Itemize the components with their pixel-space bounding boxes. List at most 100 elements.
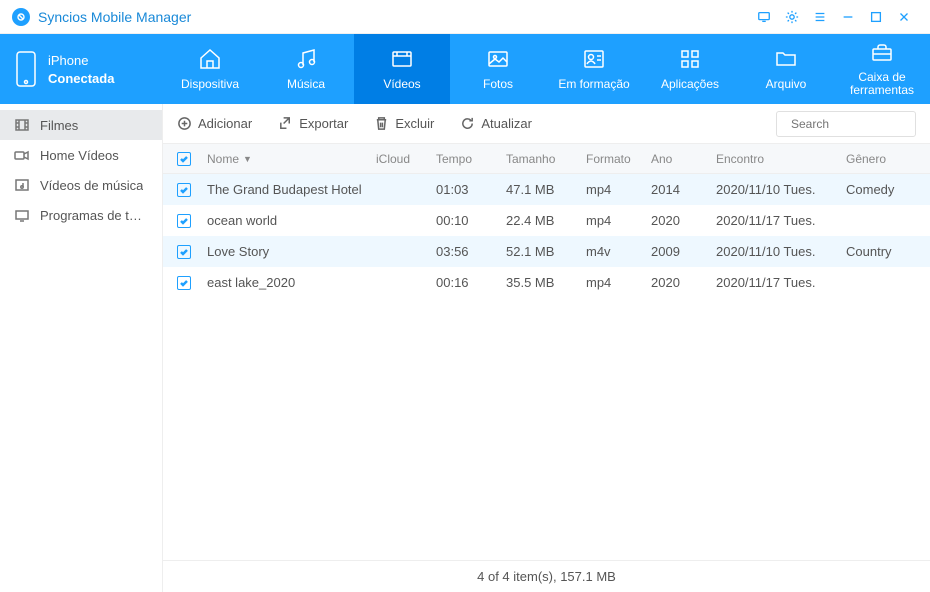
cell-name: Love Story: [207, 244, 376, 259]
column-header-icloud[interactable]: iCloud: [376, 152, 436, 166]
settings-icon[interactable]: [778, 3, 806, 31]
maximize-icon[interactable]: [862, 3, 890, 31]
cell-date: 2020/11/17 Tues.: [716, 275, 846, 290]
sidebar-item-music-videos[interactable]: Vídeos de música: [0, 170, 162, 200]
film-icon: [14, 117, 30, 133]
table-row[interactable]: The Grand Budapest Hotel01:0347.1 MBmp42…: [163, 174, 930, 205]
tab-music[interactable]: Música: [258, 34, 354, 104]
export-icon: [278, 116, 293, 131]
column-header-date[interactable]: Encontro: [716, 152, 846, 166]
cell-year: 2020: [651, 275, 716, 290]
cell-format: mp4: [586, 275, 651, 290]
refresh-button[interactable]: Atualizar: [460, 116, 532, 131]
sidebar-item-tv-shows[interactable]: Programas de tele...: [0, 200, 162, 230]
toolbox-icon: [870, 41, 894, 65]
status-text: 4 of 4 item(s), 157.1 MB: [477, 569, 616, 584]
tab-label: Vídeos: [383, 77, 420, 91]
titlebar: Syncios Mobile Manager: [0, 0, 930, 34]
feedback-icon[interactable]: [750, 3, 778, 31]
export-button[interactable]: Exportar: [278, 116, 348, 131]
cell-date: 2020/11/10 Tues.: [716, 182, 846, 197]
cell-format: m4v: [586, 244, 651, 259]
tab-file[interactable]: Arquivo: [738, 34, 834, 104]
column-header-name[interactable]: Nome ▼: [207, 152, 376, 166]
tab-apps[interactable]: Aplicações: [642, 34, 738, 104]
search-box[interactable]: [776, 111, 916, 137]
cell-size: 52.1 MB: [506, 244, 586, 259]
cell-date: 2020/11/10 Tues.: [716, 244, 846, 259]
music-video-icon: [14, 177, 30, 193]
cell-name: ocean world: [207, 213, 376, 228]
sidebar-item-home-videos[interactable]: Home Vídeos: [0, 140, 162, 170]
cell-size: 22.4 MB: [506, 213, 586, 228]
plus-circle-icon: [177, 116, 192, 131]
tab-label: Arquivo: [766, 77, 807, 91]
tab-label: Em formação: [558, 77, 629, 91]
tv-icon: [14, 207, 30, 223]
camcorder-icon: [14, 147, 30, 163]
cell-time: 00:16: [436, 275, 506, 290]
sidebar-item-label: Home Vídeos: [40, 148, 119, 163]
row-checkbox[interactable]: [177, 214, 191, 228]
cell-size: 35.5 MB: [506, 275, 586, 290]
row-checkbox[interactable]: [177, 276, 191, 290]
close-icon[interactable]: [890, 3, 918, 31]
cell-name: east lake_2020: [207, 275, 376, 290]
cell-year: 2009: [651, 244, 716, 259]
tab-toolbox[interactable]: Caixa de ferramentas: [834, 34, 930, 104]
add-button[interactable]: Adicionar: [177, 116, 252, 131]
tab-label: Aplicações: [661, 77, 719, 91]
sort-desc-icon: ▼: [243, 154, 252, 164]
video-icon: [390, 47, 414, 71]
device-name: iPhone: [48, 52, 114, 70]
cell-time: 00:10: [436, 213, 506, 228]
column-header-format[interactable]: Formato: [586, 152, 651, 166]
button-label: Excluir: [395, 116, 434, 131]
trash-icon: [374, 116, 389, 131]
table-row[interactable]: Love Story 03:5652.1 MBm4v20092020/11/10 …: [163, 236, 930, 267]
app-title: Syncios Mobile Manager: [38, 9, 191, 25]
photo-icon: [486, 47, 510, 71]
table-row[interactable]: east lake_2020 00:1635.5 MBmp420202020/11…: [163, 267, 930, 298]
tab-photos[interactable]: Fotos: [450, 34, 546, 104]
tab-info[interactable]: Em formação: [546, 34, 642, 104]
device-info[interactable]: iPhone Conectada: [0, 34, 162, 104]
sidebar-item-label: Programas de tele...: [40, 208, 148, 223]
column-header-genre[interactable]: Gênero: [846, 152, 916, 166]
row-checkbox[interactable]: [177, 183, 191, 197]
sidebar-item-movies[interactable]: Filmes: [0, 110, 162, 140]
column-header-size[interactable]: Tamanho: [506, 152, 586, 166]
navbar: iPhone Conectada Dispositiva Música Víde…: [0, 34, 930, 104]
column-header-time[interactable]: Tempo: [436, 152, 506, 166]
sidebar-item-label: Filmes: [40, 118, 78, 133]
sidebar-item-label: Vídeos de música: [40, 178, 143, 193]
select-all-checkbox[interactable]: [177, 152, 191, 166]
column-header-year[interactable]: Ano: [651, 152, 716, 166]
table-row[interactable]: ocean world00:1022.4 MBmp420202020/11/17…: [163, 205, 930, 236]
cell-genre: Comedy: [846, 182, 916, 197]
menu-icon[interactable]: [806, 3, 834, 31]
cell-format: mp4: [586, 182, 651, 197]
tab-device[interactable]: Dispositiva: [162, 34, 258, 104]
cell-genre: Country: [846, 244, 916, 259]
tab-videos[interactable]: Vídeos: [354, 34, 450, 104]
phone-icon: [14, 50, 38, 88]
search-input[interactable]: [791, 117, 930, 131]
tab-label: Fotos: [483, 77, 513, 91]
cell-time: 03:56: [436, 244, 506, 259]
tab-label: Dispositiva: [181, 77, 239, 91]
row-checkbox[interactable]: [177, 245, 191, 259]
apps-icon: [678, 47, 702, 71]
folder-icon: [774, 47, 798, 71]
delete-button[interactable]: Excluir: [374, 116, 434, 131]
tab-label: Caixa de ferramentas: [834, 71, 930, 97]
cell-format: mp4: [586, 213, 651, 228]
minimize-icon[interactable]: [834, 3, 862, 31]
music-icon: [294, 47, 318, 71]
cell-date: 2020/11/17 Tues.: [716, 213, 846, 228]
button-label: Exportar: [299, 116, 348, 131]
device-status: Conectada: [48, 71, 114, 86]
cell-year: 2014: [651, 182, 716, 197]
cell-name: The Grand Budapest Hotel: [207, 182, 376, 197]
sidebar: Filmes Home Vídeos Vídeos de música Prog…: [0, 104, 162, 592]
